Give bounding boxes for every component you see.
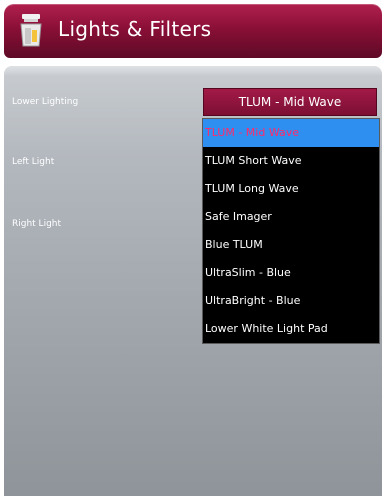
lower-lighting-select[interactable]: TLUM - Mid Wave <box>203 88 377 116</box>
dropdown-option-tlum-short-wave[interactable]: TLUM Short Wave <box>203 147 379 175</box>
dropdown-option-safe-imager[interactable]: Safe Imager <box>203 203 379 231</box>
dropdown-option-ultrabright-blue[interactable]: UltraBright - Blue <box>203 287 379 315</box>
lower-lighting-dropdown-list[interactable]: TLUM - Mid Wave TLUM Short Wave TLUM Lon… <box>202 118 380 344</box>
right-light-label: Right Light <box>12 219 62 229</box>
left-light-label: Left Light <box>12 157 55 167</box>
dropdown-option-lower-white-light-pad[interactable]: Lower White Light Pad <box>203 315 379 343</box>
panel-highlight <box>4 66 382 76</box>
title-bar: Lights & Filters <box>4 4 382 58</box>
window-title: Lights & Filters <box>58 17 212 41</box>
dropdown-option-tlum-mid-wave[interactable]: TLUM - Mid Wave <box>203 119 379 147</box>
lamp-filter-icon <box>20 14 42 47</box>
lower-lighting-label: Lower Lighting <box>12 97 79 107</box>
dropdown-option-tlum-long-wave[interactable]: TLUM Long Wave <box>203 175 379 203</box>
dropdown-option-ultraslim-blue[interactable]: UltraSlim - Blue <box>203 259 379 287</box>
dropdown-option-blue-tlum[interactable]: Blue TLUM <box>203 231 379 259</box>
lights-filters-window: Lights & Filters Lower Lighting TLUM - M… <box>0 0 385 500</box>
